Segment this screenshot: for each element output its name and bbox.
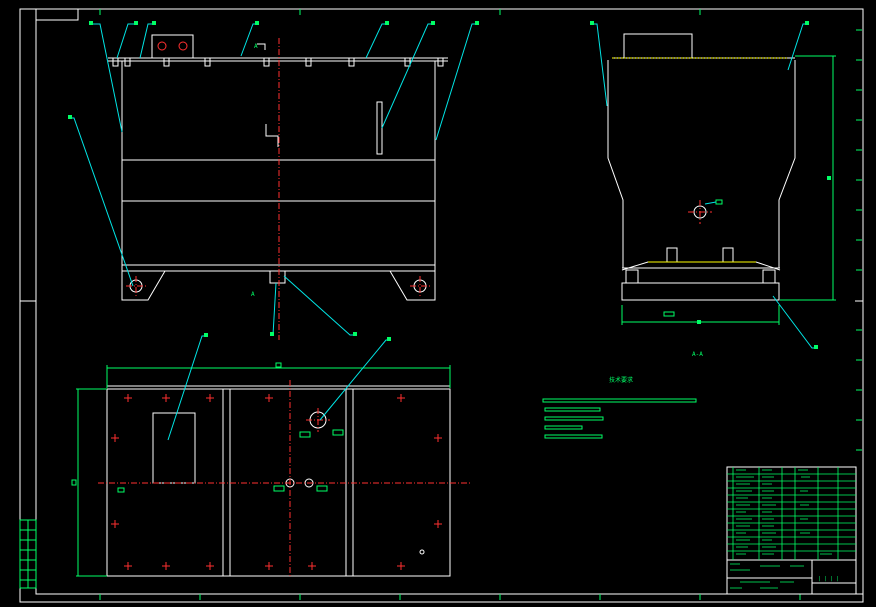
revision-strip (19, 519, 37, 589)
scale-marks: | | | | (818, 576, 839, 582)
technical-notes: 技术要求 (542, 376, 697, 439)
frame-tick-marks (99, 9, 862, 600)
plan-bolt-holes (111, 394, 442, 570)
cad-drawing-canvas: A A A-A 技术要求 | | | | (19, 8, 864, 603)
plan-view (71, 333, 472, 577)
title-block (726, 466, 857, 595)
side-section-label: A-A (692, 351, 703, 358)
parts-list-grid (727, 467, 856, 589)
front-section-label-bottom: A (251, 291, 255, 298)
side-view: A-A (590, 21, 836, 358)
front-section-label-top: A (254, 43, 258, 50)
drawing-frame (19, 8, 864, 603)
notes-title: 技术要求 (609, 376, 633, 384)
front-view: A A (68, 21, 479, 340)
